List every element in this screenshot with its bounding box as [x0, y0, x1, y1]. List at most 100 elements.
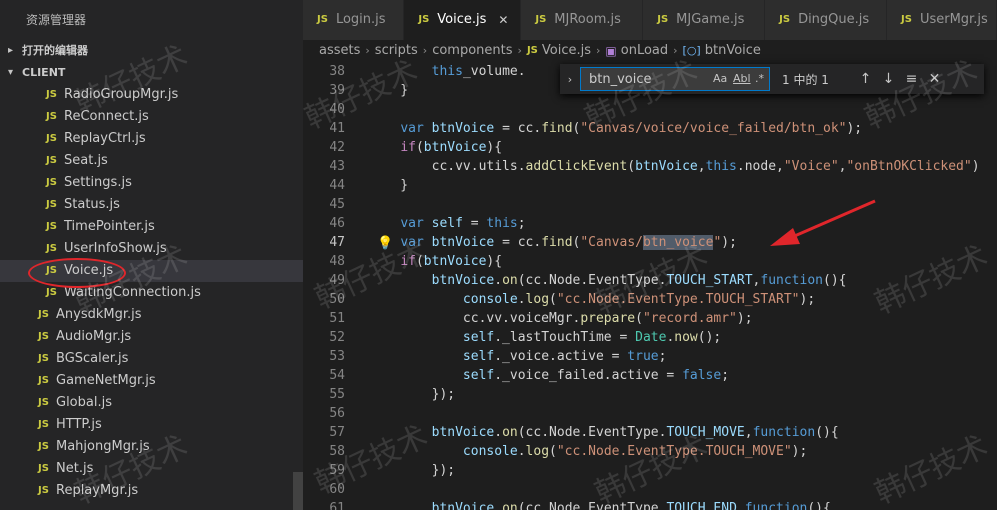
whole-word-icon[interactable]: Abl	[733, 72, 751, 85]
sidebar-file-item[interactable]: JS AnysdkMgr.js	[0, 304, 303, 326]
sidebar-file-item[interactable]: JS Net.js	[0, 458, 303, 480]
breadcrumb-item[interactable]: btnVoice	[705, 40, 761, 62]
code-token: TOUCH_START	[666, 273, 753, 288]
sidebar-file-item[interactable]: JS ReplayCtrl.js	[0, 128, 303, 150]
code-text: btnVoice.on(cc.Node.EventType.TOUCH_END,…	[369, 499, 831, 510]
code-text: btnVoice.on(cc.Node.EventType.TOUCH_MOVE…	[369, 423, 839, 442]
code-token: (){	[823, 273, 847, 288]
code-token: btnVoice	[431, 273, 495, 288]
tab-dingque[interactable]: JS DingQue.js	[765, 0, 888, 40]
code-token: on	[502, 425, 518, 440]
code-line: 45	[303, 195, 997, 214]
sidebar-file-item[interactable]: JS RadioGroupMgr.js	[0, 84, 303, 106]
sidebar-file-item[interactable]: JS WaitingConnection.js	[0, 282, 303, 304]
js-file-icon: JS	[46, 243, 57, 254]
arrow-up-icon[interactable]: ↑	[854, 71, 877, 87]
sidebar-file-item[interactable]: JS Settings.js	[0, 172, 303, 194]
code-token: console	[462, 444, 518, 459]
breadcrumb-item[interactable]: components	[432, 40, 512, 62]
code-token: TOUCH_END	[666, 501, 737, 510]
explorer-title: 资源管理器	[26, 13, 87, 27]
tab-mjroom[interactable]: JS MJRoom.js	[521, 0, 644, 40]
code-token: self	[462, 330, 495, 345]
sidebar-file-item[interactable]: JS ReplayMgr.js	[0, 480, 303, 502]
code-token: }	[369, 83, 409, 98]
sidebar-file-item[interactable]: JS TimePointer.js	[0, 216, 303, 238]
code-line: 51 cc.vv.voiceMgr.prepare("record.amr");	[303, 309, 997, 328]
method-cube-icon: ▣	[605, 44, 617, 58]
sidebar-file-item[interactable]: JS UserInfoShow.js	[0, 238, 303, 260]
sidebar-file-item[interactable]: JS GameNetMgr.js	[0, 370, 303, 392]
code-token: console	[462, 292, 518, 307]
line-number: 50	[329, 292, 345, 307]
sidebar-file-label: UserInfoShow.js	[64, 241, 167, 256]
code-text: btnVoice.on(cc.Node.EventType.TOUCH_STAR…	[369, 271, 847, 290]
annotation-ellipse	[28, 258, 126, 288]
line-number: 52	[329, 330, 345, 345]
match-case-icon[interactable]: Aa	[713, 72, 727, 85]
sidebar-file-item[interactable]: JS Status.js	[0, 194, 303, 216]
sidebar-file-item[interactable]: JS Seat.js	[0, 150, 303, 172]
arrow-down-icon[interactable]: ↓	[877, 71, 900, 87]
code-editor[interactable]: 💡 38 this_volume. 39 } 40 41 var btnVoice =…	[303, 62, 997, 510]
breadcrumb-item[interactable]: onLoad	[621, 40, 668, 62]
sidebar-file-item[interactable]: JS ReConnect.js	[0, 106, 303, 128]
sidebar-file-item[interactable]: JS MahjongMgr.js	[0, 436, 303, 458]
code-text: console.log("cc.Node.EventType.TOUCH_MOV…	[369, 442, 807, 461]
code-token: prepare	[580, 311, 636, 326]
close-icon[interactable]: ✕	[923, 71, 946, 87]
code-text: var self = this;	[369, 214, 525, 233]
tab-label: MJGame.js	[676, 12, 745, 27]
js-file-icon: JS	[901, 14, 912, 25]
code-text: }	[369, 81, 408, 100]
code-token: (){	[815, 425, 839, 440]
code-token: ,	[736, 501, 745, 510]
breadcrumb-item[interactable]: assets	[319, 40, 360, 62]
line-number: 57	[329, 425, 345, 440]
sidebar-file-label: Settings.js	[64, 175, 132, 190]
sidebar-file-item[interactable]: JS BGScaler.js	[0, 348, 303, 370]
breadcrumb-item[interactable]: Voice.js	[542, 40, 591, 62]
find-in-selection-icon[interactable]: ≡	[900, 71, 923, 87]
tab-usermgr[interactable]: JS UserMgr.js	[887, 0, 997, 40]
line-number: 49	[329, 273, 345, 288]
sidebar-file-label: HTTP.js	[56, 417, 102, 432]
line-number: 58	[329, 444, 345, 459]
code-token: btnVoice	[431, 501, 495, 510]
tab-mjgame[interactable]: JS MJGame.js	[643, 0, 766, 40]
code-token: log	[525, 292, 550, 307]
tab-login[interactable]: JS Login.js	[303, 0, 405, 40]
code-line: 61 btnVoice.on(cc.Node.EventType.TOUCH_E…	[303, 499, 997, 510]
code-token: (cc.Node.EventType.	[517, 273, 667, 288]
tab-label: Login.js	[335, 12, 386, 27]
js-file-icon: JS	[657, 14, 669, 25]
chevron-right-icon[interactable]: ›	[560, 73, 580, 86]
code-token: find	[541, 235, 573, 250]
close-icon[interactable]: ✕	[498, 0, 508, 40]
code-token: ;	[721, 368, 730, 383]
code-token: _volume.	[462, 64, 526, 79]
sidebar-scrollbar[interactable]	[293, 472, 303, 510]
line-number: 42	[329, 140, 345, 155]
code-text: var btnVoice = cc.find("Canvas/btn_voice…	[369, 233, 737, 252]
open-editors-section[interactable]: ▸ 打开的编辑器	[0, 40, 303, 62]
tab-label: UserMgr.js	[919, 12, 988, 27]
sidebar-file-item[interactable]: JS AudioMgr.js	[0, 326, 303, 348]
tab-voice[interactable]: JS Voice.js ✕	[404, 0, 522, 40]
code-line: 48 if(btnVoice){	[303, 252, 997, 271]
sidebar-file-item[interactable]: JS Global.js	[0, 392, 303, 414]
sidebar-file-item[interactable]: JS HTTP.js	[0, 414, 303, 436]
client-folder-section[interactable]: ▾ CLIENT	[0, 62, 303, 84]
find-input[interactable]: btn_voice Aa Abl .*	[580, 67, 770, 91]
code-line: 56	[303, 404, 997, 423]
code-token: );	[721, 235, 737, 250]
code-line: 46 var self = this;	[303, 214, 997, 233]
js-file-icon: JS	[38, 485, 49, 496]
sidebar-file-label: Status.js	[64, 197, 120, 212]
regex-icon[interactable]: .*	[755, 72, 764, 85]
code-token: btn_voice	[642, 235, 714, 250]
js-file-icon: JS	[779, 14, 791, 25]
breadcrumb-item[interactable]: scripts	[375, 40, 418, 62]
explorer-sidebar: 资源管理器 ▸ 打开的编辑器 ▾ CLIENT JS RadioGroupMgr.…	[0, 0, 303, 510]
